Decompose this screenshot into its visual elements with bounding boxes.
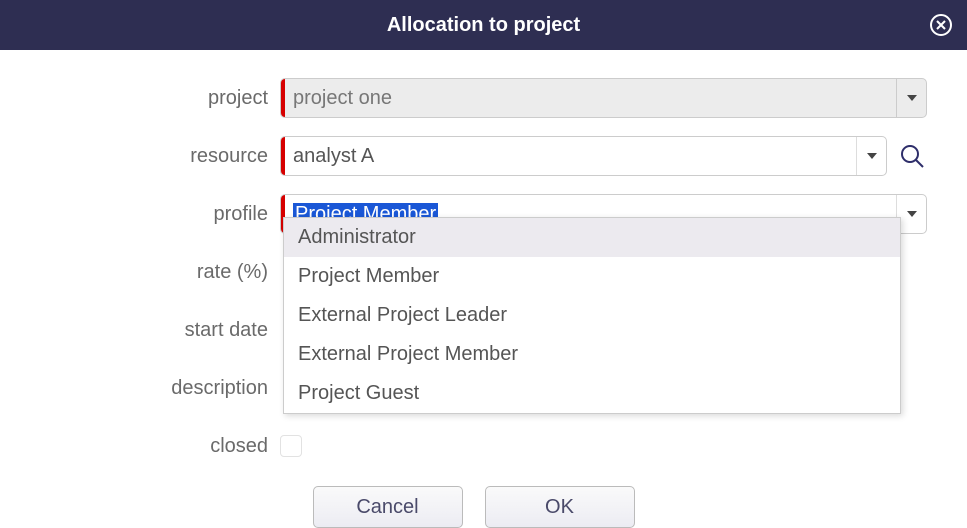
caret-down-icon bbox=[907, 211, 917, 217]
profile-option[interactable]: Administrator bbox=[284, 218, 900, 257]
caret-down-icon bbox=[907, 95, 917, 101]
label-start-date: start date bbox=[20, 319, 280, 342]
row-closed: closed bbox=[20, 428, 927, 464]
dialog-title: Allocation to project bbox=[387, 14, 580, 37]
profile-option[interactable]: Project Guest bbox=[284, 374, 900, 413]
caret-resource bbox=[856, 137, 886, 175]
project-value: project one bbox=[293, 87, 896, 110]
caret-project bbox=[896, 79, 926, 117]
cancel-button[interactable]: Cancel bbox=[313, 486, 463, 528]
closed-checkbox[interactable] bbox=[280, 435, 302, 457]
button-row: Cancel OK bbox=[20, 486, 927, 528]
profile-option[interactable]: External Project Member bbox=[284, 335, 900, 374]
resource-value: analyst A bbox=[293, 145, 856, 168]
label-project: project bbox=[20, 87, 280, 110]
resource-search-button[interactable] bbox=[897, 141, 927, 171]
profile-option[interactable]: Project Member bbox=[284, 257, 900, 296]
label-resource: resource bbox=[20, 145, 280, 168]
profile-options-list: Administrator Project Member External Pr… bbox=[283, 217, 901, 414]
ok-button[interactable]: OK bbox=[485, 486, 635, 528]
search-icon bbox=[899, 143, 925, 169]
close-icon bbox=[929, 13, 953, 37]
dialog-header: Allocation to project bbox=[0, 0, 967, 50]
caret-down-icon bbox=[867, 153, 877, 159]
required-indicator bbox=[281, 137, 285, 175]
project-dropdown[interactable]: project one bbox=[280, 78, 927, 118]
profile-option[interactable]: External Project Leader bbox=[284, 296, 900, 335]
row-resource: resource analyst A bbox=[20, 138, 927, 174]
label-rate: rate (%) bbox=[20, 261, 280, 284]
close-button[interactable] bbox=[927, 11, 955, 39]
label-description: description bbox=[20, 377, 280, 400]
resource-dropdown[interactable]: analyst A bbox=[280, 136, 887, 176]
required-indicator bbox=[281, 79, 285, 117]
label-profile: profile bbox=[20, 203, 280, 226]
label-closed: closed bbox=[20, 435, 280, 458]
row-project: project project one bbox=[20, 80, 927, 116]
